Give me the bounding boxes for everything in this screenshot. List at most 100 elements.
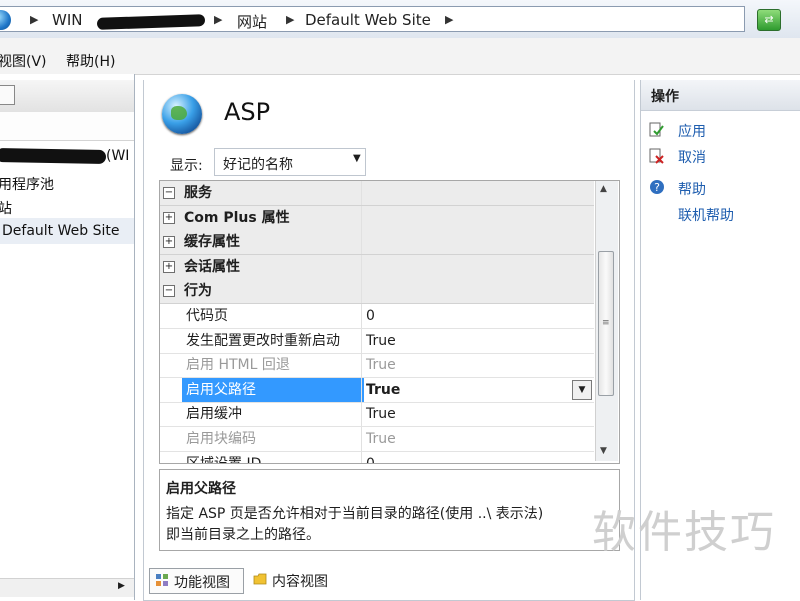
online-help-action[interactable]: 联机帮助 xyxy=(678,205,734,225)
connections-pane: (WI 用程序池 站 Default Web Site ▶ xyxy=(0,74,135,600)
breadcrumb-sites[interactable]: 网站 xyxy=(237,11,267,32)
property-category-row[interactable]: + 会话属性 xyxy=(160,254,594,280)
actions-title: 操作 xyxy=(651,89,679,105)
scroll-right-icon[interactable]: ▶ xyxy=(118,581,125,591)
help-icon: ? xyxy=(650,180,664,194)
breadcrumb-server[interactable]: WIN xyxy=(52,11,82,29)
property-value xyxy=(361,254,598,279)
property-category-row[interactable]: − 服务 xyxy=(160,181,594,206)
page-title: ASP xyxy=(224,98,271,126)
property-value xyxy=(361,279,598,304)
property-name: 服务 xyxy=(184,185,212,201)
address-bar: ▶ WIN ▶ 网站 ▶ Default Web Site ▶ ⇄ xyxy=(0,0,800,39)
watermark: 软件技巧 xyxy=(592,507,776,558)
property-value[interactable]: 0 xyxy=(361,304,598,328)
menu-view[interactable]: 视图(V) xyxy=(0,51,47,71)
scroll-up-icon[interactable]: ▲ xyxy=(600,184,607,194)
actions-header: 操作 xyxy=(641,80,800,111)
apply-action[interactable]: 应用 xyxy=(678,121,706,141)
refresh-button[interactable]: ⇄ xyxy=(757,9,781,31)
chevron-down-icon: ▼ xyxy=(353,153,361,164)
property-row[interactable]: 区域设置 ID 0 xyxy=(160,451,594,463)
tab-content-label: 内容视图 xyxy=(272,574,328,590)
property-name: Com Plus 属性 xyxy=(184,209,290,226)
tree-item-sites[interactable]: 站 xyxy=(0,198,12,218)
breadcrumb-arrow-icon: ▶ xyxy=(30,13,39,26)
property-row[interactable]: 发生配置更改时重新启动 True xyxy=(160,328,594,354)
apply-icon xyxy=(649,122,664,137)
scroll-down-icon[interactable]: ▼ xyxy=(600,446,607,456)
property-row[interactable]: 启用 HTML 回退 True xyxy=(160,353,594,379)
cancel-action[interactable]: 取消 xyxy=(678,147,706,167)
expand-icon[interactable]: + xyxy=(163,236,175,249)
breadcrumb-arrow-icon: ▶ xyxy=(286,13,295,26)
refresh-icon: ⇄ xyxy=(764,13,774,26)
property-name: 启用缓冲 xyxy=(186,406,242,423)
tab-content-view[interactable]: 内容视图 xyxy=(248,568,344,592)
property-row[interactable]: 代码页 0 xyxy=(160,304,594,329)
property-value[interactable]: True xyxy=(361,353,598,378)
description-title: 启用父路径 xyxy=(166,481,236,497)
description-panel: 启用父路径 指定 ASP 页是否允许相对于当前目录的路径(使用 ..\ 表示法)… xyxy=(159,469,620,551)
tab-features-label: 功能视图 xyxy=(174,575,230,591)
breadcrumb-arrow-icon: ▶ xyxy=(214,13,223,26)
breadcrumb-arrow-icon[interactable]: ▶ xyxy=(445,13,453,26)
property-value[interactable]: 0 xyxy=(361,451,598,463)
features-view-icon xyxy=(156,574,168,586)
display-label: 显示: xyxy=(170,158,203,174)
property-name: 启用块编码 xyxy=(186,431,256,447)
property-name: 行为 xyxy=(184,283,212,300)
property-value[interactable]: True xyxy=(361,377,598,402)
asp-globe-icon xyxy=(162,94,202,134)
property-row[interactable]: 启用父路径 True ▼ xyxy=(160,377,594,403)
tree-item-app-pools[interactable]: 用程序池 xyxy=(0,174,54,194)
property-row[interactable]: 启用缓冲 True xyxy=(160,402,594,428)
tree-item-default-web-site[interactable]: Default Web Site xyxy=(2,223,119,239)
folder-icon xyxy=(253,573,267,585)
property-value[interactable]: True xyxy=(361,402,598,427)
collapse-icon[interactable]: − xyxy=(163,285,175,298)
display-select[interactable]: 好记的名称 ▼ xyxy=(214,148,366,176)
help-action[interactable]: 帮助 xyxy=(678,179,706,199)
property-category-row[interactable]: + 缓存属性 xyxy=(160,230,594,256)
redaction-mark xyxy=(96,14,206,30)
collapse-icon[interactable]: − xyxy=(163,187,175,199)
expand-icon[interactable]: + xyxy=(163,260,175,273)
globe-icon xyxy=(0,10,11,30)
scroll-thumb[interactable]: ≡ xyxy=(598,251,614,396)
menu-bar: 视图(V) 帮助(H) xyxy=(0,38,800,75)
property-name: 启用父路径 xyxy=(182,377,364,402)
property-value xyxy=(361,181,598,205)
redaction-mark xyxy=(0,148,107,164)
vertical-scrollbar[interactable]: ▲ ≡ ▼ xyxy=(595,181,618,461)
cancel-icon xyxy=(649,148,664,164)
connections-toolbar xyxy=(0,80,134,113)
tree-item-server[interactable]: (WI xyxy=(106,148,129,164)
property-value xyxy=(361,230,598,255)
tab-features-view[interactable]: 功能视图 xyxy=(149,568,244,594)
property-value xyxy=(361,205,598,230)
property-name: 代码页 xyxy=(186,308,228,324)
value-dropdown-button[interactable]: ▼ xyxy=(572,379,592,400)
property-name: 缓存属性 xyxy=(184,234,240,251)
property-name: 发生配置更改时重新启动 xyxy=(186,332,340,349)
expand-icon[interactable]: + xyxy=(163,211,175,224)
property-grid: − 服务 + Com Plus 属性 + 缓存属性 + 会话属性 − 行为 代码页 0 发生配置更改时重… xyxy=(159,180,620,464)
property-value[interactable]: True xyxy=(361,427,598,451)
toolbar-button[interactable] xyxy=(0,85,15,105)
menu-help[interactable]: 帮助(H) xyxy=(66,51,115,71)
horizontal-scrollbar[interactable]: ▶ xyxy=(0,578,134,597)
view-switcher: 功能视图 内容视图 xyxy=(144,560,634,600)
property-name: 启用 HTML 回退 xyxy=(186,357,290,374)
breadcrumb-default-web-site[interactable]: Default Web Site xyxy=(305,11,431,29)
grip-icon: ≡ xyxy=(602,318,610,328)
property-name: 会话属性 xyxy=(184,258,240,275)
display-select-value: 好记的名称 xyxy=(223,157,293,173)
svg-text:?: ? xyxy=(654,181,660,194)
address-box[interactable]: ▶ WIN ▶ 网站 ▶ Default Web Site ▶ xyxy=(0,6,745,32)
property-category-row[interactable]: − 行为 xyxy=(160,279,594,305)
property-value[interactable]: True xyxy=(361,328,598,353)
property-row[interactable]: 启用块编码 True xyxy=(160,427,594,452)
feature-pane: ASP 显示: 好记的名称 ▼ − 服务 + Com Plus 属性 + 缓存属性 + 会话属… xyxy=(143,80,635,601)
property-category-row[interactable]: + Com Plus 属性 xyxy=(160,205,594,231)
